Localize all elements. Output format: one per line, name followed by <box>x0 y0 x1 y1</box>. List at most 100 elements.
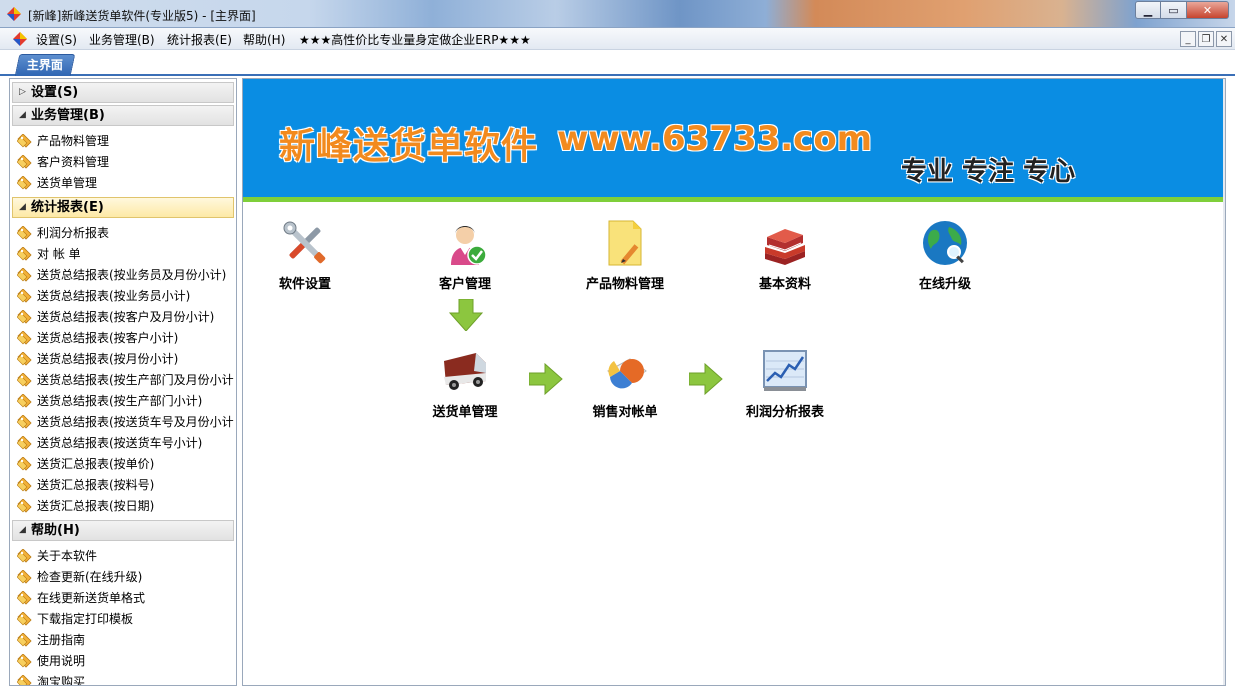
tile-label: 产品物料管理 <box>585 277 664 292</box>
tag-icon <box>17 654 32 668</box>
user-check-icon <box>451 226 487 265</box>
tab-main[interactable]: 主界面 <box>14 54 76 76</box>
sidebar-item-delivery[interactable]: 送货单管理 <box>14 173 97 193</box>
arrow-right-icon <box>529 363 563 395</box>
caret-right-icon: ▷ <box>19 87 26 97</box>
tile-software-settings[interactable]: 软件设置 <box>245 219 365 299</box>
sidebar-item-report-8[interactable]: 送货总结报表(按生产部门小计) <box>14 391 202 411</box>
tag-icon <box>17 612 32 626</box>
maximize-button[interactable]: ▭ <box>1161 1 1186 19</box>
tag-icon <box>17 499 32 513</box>
tile-label: 软件设置 <box>278 277 331 292</box>
tag-icon <box>17 373 32 387</box>
sidebar-item-report-6[interactable]: 送货总结报表(按月份小计) <box>14 349 178 369</box>
app-logo-icon <box>7 7 21 21</box>
brand-name: 新峰送货单软件 <box>279 126 539 167</box>
tag-icon <box>17 352 32 366</box>
sidebar-item-help-0[interactable]: 关于本软件 <box>14 546 97 566</box>
sidebar-item-products[interactable]: 产品物料管理 <box>14 131 109 151</box>
line-chart-icon <box>763 350 807 391</box>
minimize-button[interactable]: ▁ <box>1135 1 1161 19</box>
sidebar-item-report-11[interactable]: 送货汇总报表(按单价) <box>14 454 154 474</box>
mdi-restore-button[interactable]: ❐ <box>1198 31 1214 47</box>
menu-bar: 设置(S) 业务管理(B) 统计报表(E) 帮助(H) ★★★高性价比专业量身定… <box>0 28 1235 50</box>
tab-strip: 主界面 <box>0 50 1235 76</box>
tag-icon <box>17 633 32 647</box>
sidebar-group-business[interactable]: ◢ 业务管理(B) <box>12 105 234 126</box>
tag-icon <box>17 478 32 492</box>
sidebar-item-customers[interactable]: 客户资料管理 <box>14 152 109 172</box>
globe-search-icon <box>923 221 967 265</box>
tag-icon <box>17 226 32 240</box>
sidebar-item-report-2[interactable]: 送货总结报表(按业务员及月份小计) <box>14 265 226 285</box>
menu-erp-promo[interactable]: ★★★高性价比专业量身定做企业ERP★★★ <box>299 31 531 48</box>
tag-icon <box>17 415 32 429</box>
tag-icon <box>17 675 32 685</box>
sidebar-group-help[interactable]: ◢ 帮助(H) <box>12 520 234 541</box>
sidebar-item-help-6[interactable]: 淘宝购买 <box>14 672 85 685</box>
books-icon <box>765 229 805 265</box>
tile-online-upgrade[interactable]: 在线升级 <box>885 219 1005 299</box>
tile-label: 在线升级 <box>918 277 971 292</box>
tag-icon <box>17 436 32 450</box>
maximize-icon: ▭ <box>1168 3 1179 17</box>
tile-customer-management[interactable]: 客户管理 <box>405 219 525 299</box>
tile-delivery-management[interactable]: 送货单管理 <box>405 347 525 427</box>
tile-basic-data[interactable]: 基本资料 <box>725 219 845 299</box>
sidebar-item-report-5[interactable]: 送货总结报表(按客户小计) <box>14 328 178 348</box>
sidebar-item-report-7[interactable]: 送货总结报表(按生产部门及月份小计 <box>14 370 234 390</box>
sidebar-item-report-12[interactable]: 送货汇总报表(按料号) <box>14 475 154 495</box>
sidebar-item-help-5[interactable]: 使用说明 <box>14 651 85 671</box>
arrow-right-icon <box>689 363 723 395</box>
menu-settings[interactable]: 设置(S) <box>36 31 77 48</box>
sidebar-item-help-3[interactable]: 下载指定打印模板 <box>14 609 133 629</box>
minimize-icon: ▁ <box>1143 3 1153 17</box>
tile-label: 送货单管理 <box>432 405 498 420</box>
sidebar-item-report-10[interactable]: 送货总结报表(按送货车号小计) <box>14 433 202 453</box>
menu-reports[interactable]: 统计报表(E) <box>167 31 232 48</box>
sidebar-group-reports[interactable]: ◢ 统计报表(E) <box>12 197 234 218</box>
tag-icon <box>17 457 32 471</box>
tile-label: 基本资料 <box>758 277 811 292</box>
sidebar-item-help-1[interactable]: 检查更新(在线升级) <box>14 567 142 587</box>
tag-icon <box>17 570 32 584</box>
arrow-down-icon <box>449 299 483 331</box>
pie-chart-icon <box>607 358 647 389</box>
sidebar-item-help-2[interactable]: 在线更新送货单格式 <box>14 588 145 608</box>
banner: 新峰送货单软件 www.63733.com 专业 专注 专心 <box>243 79 1225 202</box>
sidebar-item-report-4[interactable]: 送货总结报表(按客户及月份小计) <box>14 307 214 327</box>
tag-icon <box>17 394 32 408</box>
tag-icon <box>17 310 32 324</box>
mdi-minimize-button[interactable]: _ <box>1180 31 1196 47</box>
document-pencil-icon <box>608 220 642 266</box>
caret-down-icon: ◢ <box>19 202 26 212</box>
main-scroll-edge <box>1223 79 1225 685</box>
title-bar: [新峰]新峰送货单软件(专业版5) - [主界面] ▁ ▭ ✕ <box>0 0 1235 28</box>
mdi-close-button[interactable]: ✕ <box>1216 31 1232 47</box>
brand-url: www.63733.com <box>557 119 873 159</box>
close-button[interactable]: ✕ <box>1186 1 1229 19</box>
tile-label: 客户管理 <box>438 277 491 292</box>
caret-down-icon: ◢ <box>19 110 26 120</box>
sidebar-item-report-3[interactable]: 送货总结报表(按业务员小计) <box>14 286 190 306</box>
main-panel: 新峰送货单软件 www.63733.com 专业 专注 专心 软件设置 客户管理 <box>242 78 1226 686</box>
tile-label: 利润分析报表 <box>745 405 824 420</box>
sidebar-item-report-1[interactable]: 对 帐 单 <box>14 244 81 264</box>
menu-help[interactable]: 帮助(H) <box>243 31 285 48</box>
brand-slogan: 专业 专注 专心 <box>901 157 1076 187</box>
sidebar-item-help-4[interactable]: 注册指南 <box>14 630 85 650</box>
tag-icon <box>17 155 32 169</box>
menu-business[interactable]: 业务管理(B) <box>89 31 155 48</box>
tag-icon <box>17 549 32 563</box>
sidebar-item-report-0[interactable]: 利润分析报表 <box>14 223 109 243</box>
menu-app-icon[interactable] <box>13 32 27 46</box>
tile-profit-analysis[interactable]: 利润分析报表 <box>725 347 845 427</box>
sidebar-group-settings[interactable]: ▷ 设置(S) <box>12 82 234 103</box>
tile-sales-statement[interactable]: 销售对帐单 <box>565 347 685 427</box>
tag-icon <box>17 331 32 345</box>
tile-product-materials[interactable]: 产品物料管理 <box>565 219 685 299</box>
sidebar-item-report-9[interactable]: 送货总结报表(按送货车号及月份小计 <box>14 412 234 432</box>
sidebar-item-report-13[interactable]: 送货汇总报表(按日期) <box>14 496 154 516</box>
tag-icon <box>17 176 32 190</box>
window-title: [新峰]新峰送货单软件(专业版5) - [主界面] <box>28 9 256 23</box>
